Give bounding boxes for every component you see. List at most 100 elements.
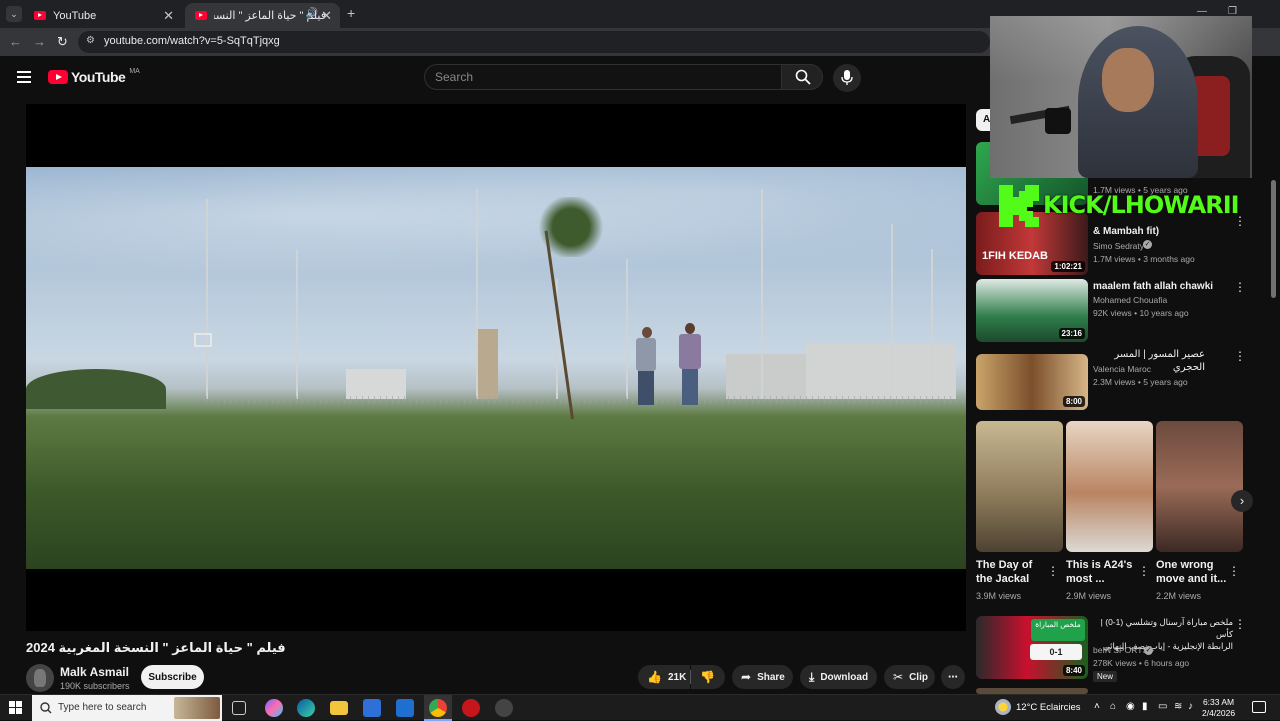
search-icon [795, 69, 811, 85]
short-title[interactable]: This is A24's most ... [1066, 558, 1132, 586]
outlook-icon[interactable] [396, 699, 414, 717]
person-walking [636, 327, 658, 407]
video-duration: 8:00 [1062, 396, 1085, 407]
chrome-icon[interactable] [429, 699, 447, 717]
short-title-line: The Day of [976, 559, 1033, 571]
taskbar-search[interactable]: Type here to search [32, 695, 222, 721]
subscribe-button[interactable]: Subscribe [141, 665, 204, 689]
new-tab-icon[interactable]: + [347, 5, 355, 21]
short-thumbnail[interactable] [1156, 421, 1243, 552]
video-menu-icon[interactable]: ⋮ [1234, 280, 1246, 294]
building [806, 344, 956, 399]
short-title-line: This is A24's [1066, 559, 1133, 571]
video-thumbnail[interactable]: 23:16 [976, 279, 1088, 342]
notifications-icon[interactable] [1252, 701, 1266, 713]
volume-icon[interactable]: ♪ [1188, 701, 1193, 712]
thumbnail-label: ملخص المباراة [1031, 619, 1085, 641]
thumbs-down-icon: 👎 [700, 670, 715, 684]
download-icon: ⤓ [809, 669, 815, 684]
fence [206, 396, 966, 404]
video-title: فيلم " حياة الماعز " النسخة المغربية 202… [26, 640, 286, 655]
audio-playing-icon[interactable]: 🔊 [306, 8, 318, 19]
scrollbar-thumb[interactable] [1271, 180, 1276, 298]
streamer-face [1102, 48, 1154, 112]
video-menu-icon[interactable]: ⋮ [1234, 617, 1246, 631]
search-highlight-image [174, 697, 220, 719]
forward-icon[interactable]: → [33, 34, 46, 49]
more-actions-button[interactable]: ⋯ [941, 665, 965, 689]
store-icon[interactable] [363, 699, 381, 717]
windows-start-icon[interactable] [9, 701, 23, 715]
short-title[interactable]: The Day of the Jackal [976, 558, 1032, 586]
search-button[interactable] [781, 64, 823, 90]
microphone-tray-icon[interactable]: ▮ [1142, 701, 1148, 712]
site-info-icon[interactable]: ⚙ [86, 35, 95, 46]
task-view-icon[interactable] [232, 701, 246, 715]
wifi-icon[interactable]: ≋ [1174, 701, 1182, 712]
youtube-play-logo-icon [48, 70, 68, 84]
channel-name[interactable]: Mohamed Chouafia [1093, 294, 1167, 307]
app-icon[interactable] [495, 699, 513, 717]
clock-date: 2/4/2026 [1202, 708, 1236, 718]
tab-youtube[interactable]: YouTube ✕ [24, 3, 182, 28]
channel-avatar[interactable] [26, 664, 54, 692]
clip-button[interactable]: ✂ Clip [884, 665, 935, 689]
display-icon[interactable]: ▭ [1158, 701, 1167, 712]
trees [26, 369, 166, 409]
channel-name[interactable]: Malk Asmail [60, 665, 129, 679]
weather-text[interactable]: 12°C Eclaircies [1016, 702, 1081, 713]
channel-name[interactable]: Simo Sedraty [1093, 240, 1144, 253]
short-title[interactable]: One wrong move and it... [1156, 558, 1226, 586]
light-pole [296, 249, 298, 399]
channel-name[interactable]: Valencia Maroc [1093, 363, 1151, 376]
region-code: MA [129, 67, 140, 75]
short-menu-icon[interactable]: ⋮ [1138, 564, 1150, 578]
weather-icon[interactable] [995, 699, 1011, 715]
like-count: 21K [667, 671, 687, 683]
download-button[interactable]: ⤓ Download [800, 665, 877, 689]
youtube-logo[interactable]: YouTube MA [48, 67, 140, 85]
back-icon[interactable]: ← [9, 34, 22, 49]
hamburger-menu-icon[interactable] [17, 71, 31, 83]
app-icon[interactable] [462, 699, 480, 717]
short-menu-icon[interactable]: ⋮ [1047, 564, 1059, 578]
voice-search-button[interactable] [833, 64, 861, 92]
chevron-up-icon[interactable]: ˄ [1094, 701, 1100, 712]
video-thumbnail[interactable]: ملخص المباراة 0-1 8:40 [976, 616, 1088, 679]
scissors-icon: ✂ [893, 670, 904, 684]
video-menu-icon[interactable]: ⋮ [1234, 349, 1246, 363]
short-views: 2.2M views [1156, 591, 1202, 601]
thumbnail-text: 1FIH KEDAB [982, 250, 1049, 262]
taskbar-clock[interactable]: 6:33 AM 2/4/2026 [1202, 697, 1235, 719]
search-input[interactable] [435, 70, 755, 84]
share-label: Share [757, 671, 785, 683]
channel-name[interactable]: beIN SPORTS [1093, 644, 1148, 657]
close-tab-icon[interactable]: ✕ [163, 8, 174, 24]
light-pole [626, 259, 628, 399]
reload-icon[interactable]: ↻ [57, 34, 68, 50]
copilot-icon[interactable] [265, 699, 283, 717]
short-views: 2.9M views [1066, 591, 1112, 601]
address-bar[interactable]: ⚙ youtube.com/watch?v=5-SqTqTjqxg [78, 31, 990, 53]
video-thumbnail[interactable]: 8:00 [976, 354, 1088, 410]
close-tab-icon[interactable]: ✕ [321, 8, 332, 24]
like-button[interactable]: 👍 21K [638, 665, 690, 689]
tab-video[interactable]: فيلم " حياة الماعز " النسخة الم... 🔊 ✕ [185, 3, 340, 28]
clip-label: Clip [909, 671, 928, 683]
short-menu-icon[interactable]: ⋮ [1228, 564, 1240, 578]
share-button[interactable]: ➦ Share [732, 665, 793, 689]
security-icon[interactable]: ◉ [1126, 701, 1135, 712]
tab-search-button[interactable]: ⌄ [6, 6, 22, 22]
shorts-next-button[interactable]: › [1231, 490, 1253, 512]
file-explorer-icon[interactable] [330, 701, 348, 715]
video-title[interactable]: maalem fath allah chawki [1093, 280, 1213, 293]
short-thumbnail[interactable] [1066, 421, 1153, 552]
dislike-button[interactable]: 👎 [691, 665, 725, 689]
video-player[interactable] [26, 104, 966, 631]
search-box[interactable] [424, 64, 782, 90]
url-text: youtube.com/watch?v=5-SqTqTjqxg [104, 35, 280, 47]
short-thumbnail[interactable] [976, 421, 1063, 552]
network-icon[interactable]: ⌂ [1110, 701, 1116, 712]
youtube-header: YouTube MA [0, 56, 990, 100]
edge-icon[interactable] [297, 699, 315, 717]
